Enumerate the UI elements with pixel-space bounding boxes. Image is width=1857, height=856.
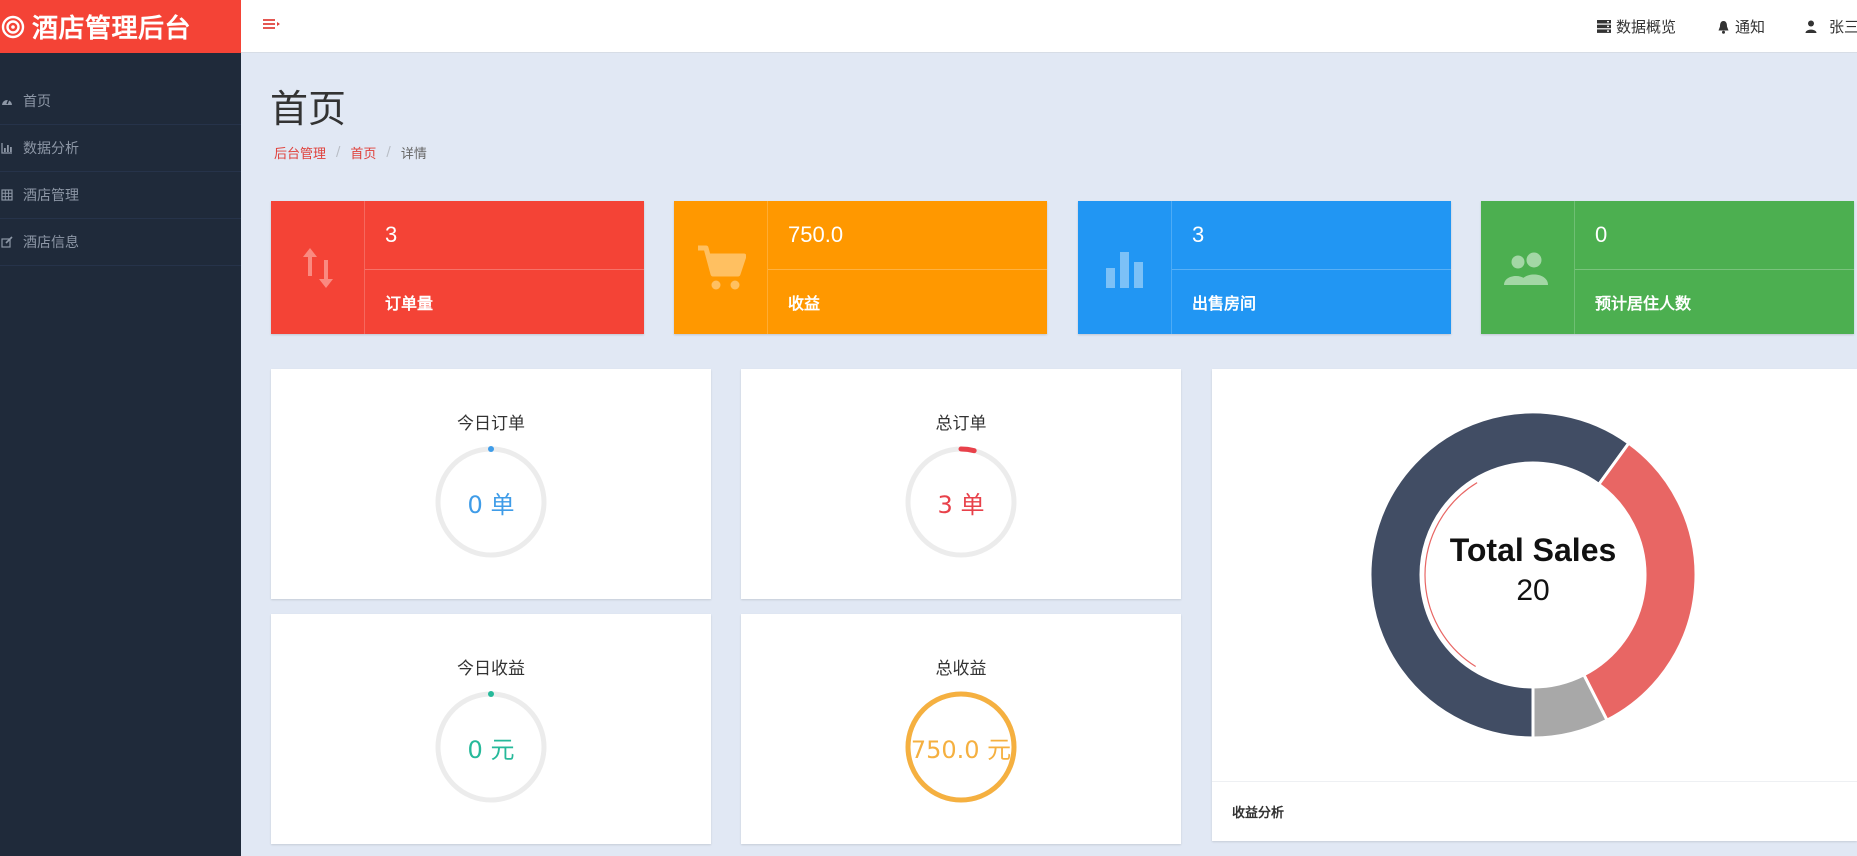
today-income-panel: 今日收益 0 元 <box>271 614 711 844</box>
ring-value: 0 单 <box>467 490 515 519</box>
sales-chart-panel: Total Sales 20 收益分析 <box>1212 369 1857 841</box>
notify-link[interactable]: 通知 <box>1716 16 1765 37</box>
donut-center-title: Total Sales <box>1449 532 1617 568</box>
stat-card-guests[interactable]: 0 预计居住人数 <box>1481 201 1854 334</box>
donut-center-value: 20 <box>1516 574 1550 607</box>
stat-card-body: 3 出售房间 <box>1172 201 1451 334</box>
side-menu: 首页 数据分析 酒店管理 酒店信息 <box>0 78 241 266</box>
user-menu[interactable]: 张三 <box>1805 16 1857 37</box>
user-icon <box>1805 19 1817 34</box>
breadcrumb-separator: / <box>386 145 391 160</box>
logo-icon <box>0 14 26 40</box>
stat-card-rooms[interactable]: 3 出售房间 <box>1078 201 1451 334</box>
stat-card-body: 3 订单量 <box>365 201 644 334</box>
sidebar-item-label: 酒店信息 <box>23 235 79 251</box>
stat-card-body: 0 预计居住人数 <box>1575 201 1854 334</box>
people-icon <box>1481 201 1575 334</box>
chart-caption: 收益分析 <box>1212 781 1857 841</box>
panel-title: 总收益 <box>935 659 987 679</box>
server-icon <box>1597 19 1612 34</box>
dashboard-icon <box>0 94 14 108</box>
breadcrumb-separator: / <box>336 145 341 160</box>
data-overview-label: 数据概览 <box>1615 18 1676 36</box>
stat-label: 预计居住人数 <box>1595 294 1692 313</box>
breadcrumb-admin[interactable]: 后台管理 <box>274 143 326 162</box>
top-bar: 数据概览 通知 张三 <box>241 0 1857 53</box>
sidebar-item-hotel-info[interactable]: 酒店信息 <box>0 219 241 266</box>
breadcrumb: 后台管理 / 首页 / 详情 <box>274 143 427 162</box>
stat-label: 收益 <box>788 294 821 313</box>
panel-title: 总订单 <box>935 414 987 434</box>
data-overview-link[interactable]: 数据概览 <box>1597 16 1676 37</box>
breadcrumb-home[interactable]: 首页 <box>350 143 376 162</box>
brand-title: 酒店管理后台 <box>32 14 192 44</box>
stat-card-orders[interactable]: 3 订单量 <box>271 201 644 334</box>
sidebar-item-home[interactable]: 首页 <box>0 78 241 125</box>
sidebar-item-analysis[interactable]: 数据分析 <box>0 125 241 172</box>
stat-value: 3 <box>1172 201 1451 270</box>
top-right-nav: 数据概览 通知 张三 <box>1597 0 1857 53</box>
edit-icon <box>0 235 14 249</box>
sidebar: 酒店管理后台 首页 数据分析 酒店管理 酒店信息 <box>0 0 241 856</box>
shopping-cart-icon <box>674 201 768 334</box>
sidebar-item-hotel-manage[interactable]: 酒店管理 <box>0 172 241 219</box>
stat-label: 出售房间 <box>1192 294 1257 313</box>
sidebar-item-label: 首页 <box>23 94 51 110</box>
stat-card-income[interactable]: 750.0 收益 <box>674 201 1047 334</box>
today-orders-panel: 今日订单 0 单 <box>271 369 711 599</box>
panel-title: 今日订单 <box>457 414 525 434</box>
ring-value: 750.0 元 <box>910 735 1012 764</box>
grid-icon <box>0 188 14 202</box>
ring-value: 0 元 <box>467 735 515 764</box>
swap-vertical-icon <box>271 201 365 334</box>
user-name: 张三 <box>1829 18 1857 36</box>
stat-card-body: 750.0 收益 <box>768 201 1047 334</box>
breadcrumb-current: 详情 <box>400 147 427 162</box>
ring-value: 3 单 <box>937 490 985 519</box>
bar-chart-icon <box>1078 201 1172 334</box>
bar-chart-icon <box>0 141 14 155</box>
notify-label: 通知 <box>1734 18 1765 36</box>
stat-value: 0 <box>1575 201 1854 270</box>
stat-value: 3 <box>365 201 644 270</box>
sidebar-item-label: 酒店管理 <box>23 188 79 204</box>
panel-title: 今日收益 <box>457 659 525 679</box>
sidebar-item-label: 数据分析 <box>23 141 79 157</box>
menu-toggle-icon[interactable] <box>261 17 281 35</box>
stat-value: 750.0 <box>768 201 1047 270</box>
page-title: 首页 <box>270 87 347 131</box>
total-income-panel: 总收益 750.0 元 <box>741 614 1181 844</box>
stat-label: 订单量 <box>385 294 434 313</box>
total-orders-panel: 总订单 3 单 <box>741 369 1181 599</box>
brand-bar[interactable]: 酒店管理后台 <box>0 0 241 53</box>
bell-icon <box>1716 19 1731 34</box>
